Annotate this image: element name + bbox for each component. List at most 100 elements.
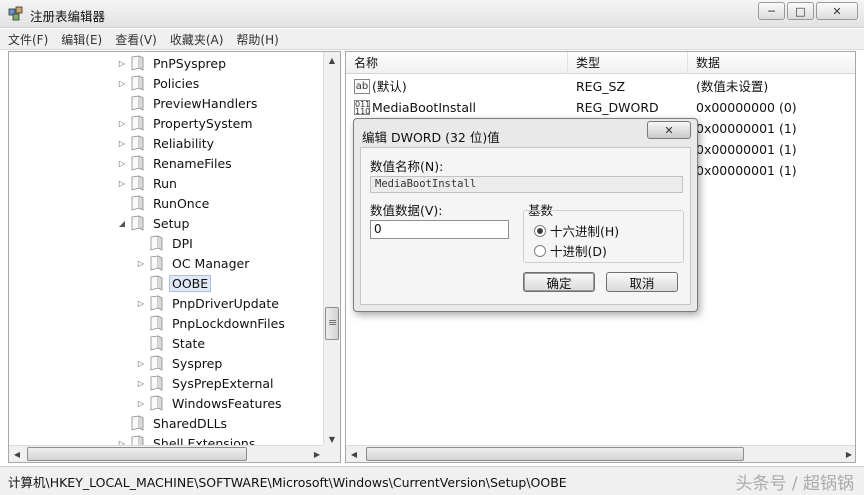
column-header-type[interactable]: 类型 [568,52,688,74]
list-horizontal-scrollbar[interactable]: ◀ ▶ [346,445,855,462]
tree-item[interactable]: ▷ Policies [117,73,202,93]
row-data: (数值未设置) [696,79,769,94]
folder-shape [157,355,163,371]
tree-item[interactable]: DPI [136,233,196,253]
expand-arrow-icon[interactable]: ▷ [136,259,146,268]
value-name-field: MediaBootInstall [370,176,683,193]
list-row[interactable]: 011 110 MediaBootInstall REG_DWORD 0x000000… [346,97,855,118]
folder-icon [130,415,145,431]
folder-icon [149,395,164,411]
tree-item-label: PropertySystem [153,115,253,131]
tree-horizontal-scrollbar[interactable]: ◀ ▶ [9,445,325,462]
tree-item[interactable]: ▷ WindowsFeatures [136,393,285,413]
expand-arrow-icon[interactable]: ▷ [117,179,127,188]
folder-shape [150,235,159,251]
radio-hex-circle[interactable] [534,224,546,237]
folder-icon-graphic [150,295,163,311]
tree-item-label: State [172,335,206,351]
folder-shape [150,255,159,271]
minimize-button[interactable]: ─ [758,2,785,20]
radio-dec-label: 十进制(D) [550,244,607,259]
folder-icon [130,215,145,231]
title-bar: 注册表编辑器 ─ □ ✕ [0,0,864,28]
tree-item-label: Reliability [153,135,215,151]
expand-arrow-icon[interactable]: ▷ [136,359,146,368]
value-data-input[interactable]: 0 [370,220,509,239]
folder-icon [130,175,145,191]
list-hscroll-thumb[interactable] [366,447,744,461]
tree-item[interactable]: ▷ PropertySystem [117,113,256,133]
column-header-name[interactable]: 名称 [346,52,568,74]
tree-item[interactable]: ▷ RenameFiles [117,153,235,173]
column-header-data[interactable]: 数据 [688,52,855,74]
cancel-button[interactable]: 取消 [606,272,678,292]
menu-favorites[interactable]: 收藏夹(A) [170,31,224,48]
folder-icon-graphic [131,415,144,431]
tree-item-label: Sysprep [172,355,223,371]
tree-item[interactable]: ▷ SysPrepExternal [136,373,277,393]
tree-item[interactable]: ▷ PnPSysprep [117,53,229,73]
scroll-up-arrow-icon[interactable]: ▲ [324,52,340,68]
folder-shape [150,335,159,351]
window-title: 注册表编辑器 [30,9,106,24]
tree-rows: ▷ PnPSysprep ▷ Policies PreviewHandlers ▷ Prop… [9,52,325,447]
edit-dword-dialog: 编辑 DWORD (32 位)值 ✕ 数值名称(N): MediaBootIns… [353,118,698,312]
list-header: 名称 类型 数据 [346,52,855,74]
folder-shape [138,95,144,111]
folder-shape [138,115,144,131]
registry-tree[interactable]: ▷ PnPSysprep ▷ Policies PreviewHandlers ▷ Prop… [8,51,341,463]
scroll-left-arrow-icon[interactable]: ◀ [9,446,25,462]
tree-item[interactable]: PreviewHandlers [117,93,260,113]
tree-item[interactable]: RunOnce [117,193,212,213]
radio-dec-circle[interactable] [534,244,546,257]
folder-shape [138,215,144,231]
tree-item[interactable]: ▷ Sysprep [136,353,225,373]
folder-shape [138,415,144,431]
menu-edit[interactable]: 编辑(E) [61,31,102,48]
expand-arrow-icon[interactable]: ▷ [117,79,127,88]
list-scroll-right-arrow-icon[interactable]: ▶ [841,446,855,462]
tree-item[interactable]: SharedDLLs [117,413,230,433]
expand-arrow-icon[interactable]: ▷ [136,299,146,308]
tree-item[interactable]: OOBE [136,273,212,293]
tree-item[interactable]: PnpLockdownFiles [136,313,288,333]
radio-decimal[interactable]: 十进制(D) [534,241,607,260]
tree-hscroll-thumb[interactable] [27,447,247,461]
expand-arrow-icon[interactable]: ▷ [117,59,127,68]
dialog-title: 编辑 DWORD (32 位)值 [362,130,500,145]
maximize-button[interactable]: □ [787,2,814,20]
folder-shape [150,275,159,291]
tree-item[interactable]: ▷ Run [117,173,180,193]
tree-item[interactable]: ▷ Reliability [117,133,217,153]
expand-arrow-icon[interactable]: ▷ [117,139,127,148]
tree-vscroll-thumb[interactable] [325,307,339,340]
menu-view[interactable]: 查看(V) [115,31,157,48]
close-button[interactable]: ✕ [816,2,858,20]
radio-hexadecimal[interactable]: 十六进制(H) [534,221,619,240]
tree-item[interactable]: ▷ PnpDriverUpdate [136,293,282,313]
row-type: REG_SZ [576,79,626,94]
menu-file[interactable]: 文件(F) [8,31,48,48]
list-scroll-left-arrow-icon[interactable]: ◀ [346,446,362,462]
expand-arrow-icon[interactable]: ▷ [117,119,127,128]
row-name: (默认) [372,79,407,94]
expand-arrow-icon[interactable]: ◢ [117,219,127,228]
expand-arrow-icon[interactable]: ▷ [117,159,127,168]
folder-shape [138,155,144,171]
list-row[interactable]: ab (默认) REG_SZ (数值未设置) [346,76,855,97]
folder-shape [157,395,163,411]
radio-hex-label: 十六进制(H) [550,224,620,239]
tree-item[interactable]: ◢ Setup [117,213,192,233]
watermark: 头条号 / 超锅锅 [735,474,854,494]
expand-arrow-icon[interactable]: ▷ [136,379,146,388]
tree-vertical-scrollbar[interactable]: ▲ ▼ [323,52,340,447]
row-data: 0x00000001 (1) [696,121,797,136]
menu-help[interactable]: 帮助(H) [236,31,278,48]
ok-button[interactable]: 确定 [523,272,595,292]
tree-item[interactable]: ▷ OC Manager [136,253,252,273]
dialog-close-button[interactable]: ✕ [647,121,691,139]
tree-item-label: Policies [153,75,200,91]
tree-item[interactable]: State [136,333,208,353]
folder-shape [157,235,163,251]
expand-arrow-icon[interactable]: ▷ [136,399,146,408]
